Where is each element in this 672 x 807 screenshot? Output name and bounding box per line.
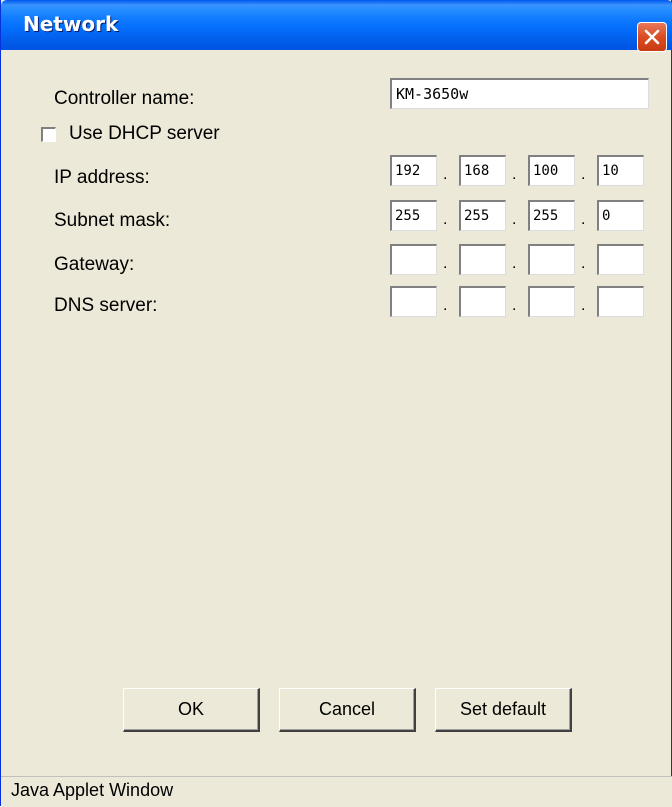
status-bar: Java Applet Window xyxy=(1,776,672,807)
subnet-separator: . xyxy=(581,211,586,228)
use-dhcp-label[interactable]: Use DHCP server xyxy=(69,123,220,145)
gateway-octet-1[interactable] xyxy=(390,244,437,275)
dns-separator: . xyxy=(443,297,448,314)
close-icon xyxy=(644,29,660,45)
dns-octet-1[interactable] xyxy=(390,286,437,317)
network-dialog: Network Controller name: Use DHCP server… xyxy=(0,0,672,807)
gateway-octet-4[interactable] xyxy=(597,244,644,275)
dns-octet-3[interactable] xyxy=(528,286,575,317)
title-bar[interactable]: Network xyxy=(1,0,672,52)
gateway-separator: . xyxy=(443,255,448,272)
ip-octet-3[interactable] xyxy=(528,155,575,186)
ip-octet-2[interactable] xyxy=(459,155,506,186)
ip-separator: . xyxy=(581,166,586,183)
subnet-separator: . xyxy=(443,211,448,228)
gateway-label: Gateway: xyxy=(54,254,135,275)
status-text: Java Applet Window xyxy=(11,780,174,800)
controller-name-label: Controller name: xyxy=(54,88,195,109)
subnet-separator: . xyxy=(512,211,517,228)
cancel-button[interactable]: Cancel xyxy=(279,688,416,732)
use-dhcp-checkbox[interactable] xyxy=(41,127,56,142)
ip-address-label: IP address: xyxy=(54,167,150,188)
subnet-octet-4[interactable] xyxy=(597,200,644,231)
set-default-button[interactable]: Set default xyxy=(435,688,572,732)
window-title: Network xyxy=(23,12,119,36)
ip-separator: . xyxy=(512,166,517,183)
dns-server-label: DNS server: xyxy=(54,295,158,316)
close-button[interactable] xyxy=(637,22,667,52)
controller-name-input[interactable] xyxy=(390,78,649,109)
gateway-octet-2[interactable] xyxy=(459,244,506,275)
subnet-mask-label: Subnet mask: xyxy=(54,210,171,231)
subnet-octet-2[interactable] xyxy=(459,200,506,231)
ip-separator: . xyxy=(443,166,448,183)
dns-separator: . xyxy=(512,297,517,314)
dns-octet-4[interactable] xyxy=(597,286,644,317)
gateway-octet-3[interactable] xyxy=(528,244,575,275)
gateway-separator: . xyxy=(512,255,517,272)
dns-octet-2[interactable] xyxy=(459,286,506,317)
dns-separator: . xyxy=(581,297,586,314)
gateway-separator: . xyxy=(581,255,586,272)
ip-octet-4[interactable] xyxy=(597,155,644,186)
ip-octet-1[interactable] xyxy=(390,155,437,186)
subnet-octet-1[interactable] xyxy=(390,200,437,231)
subnet-octet-3[interactable] xyxy=(528,200,575,231)
ok-button[interactable]: OK xyxy=(123,688,260,732)
